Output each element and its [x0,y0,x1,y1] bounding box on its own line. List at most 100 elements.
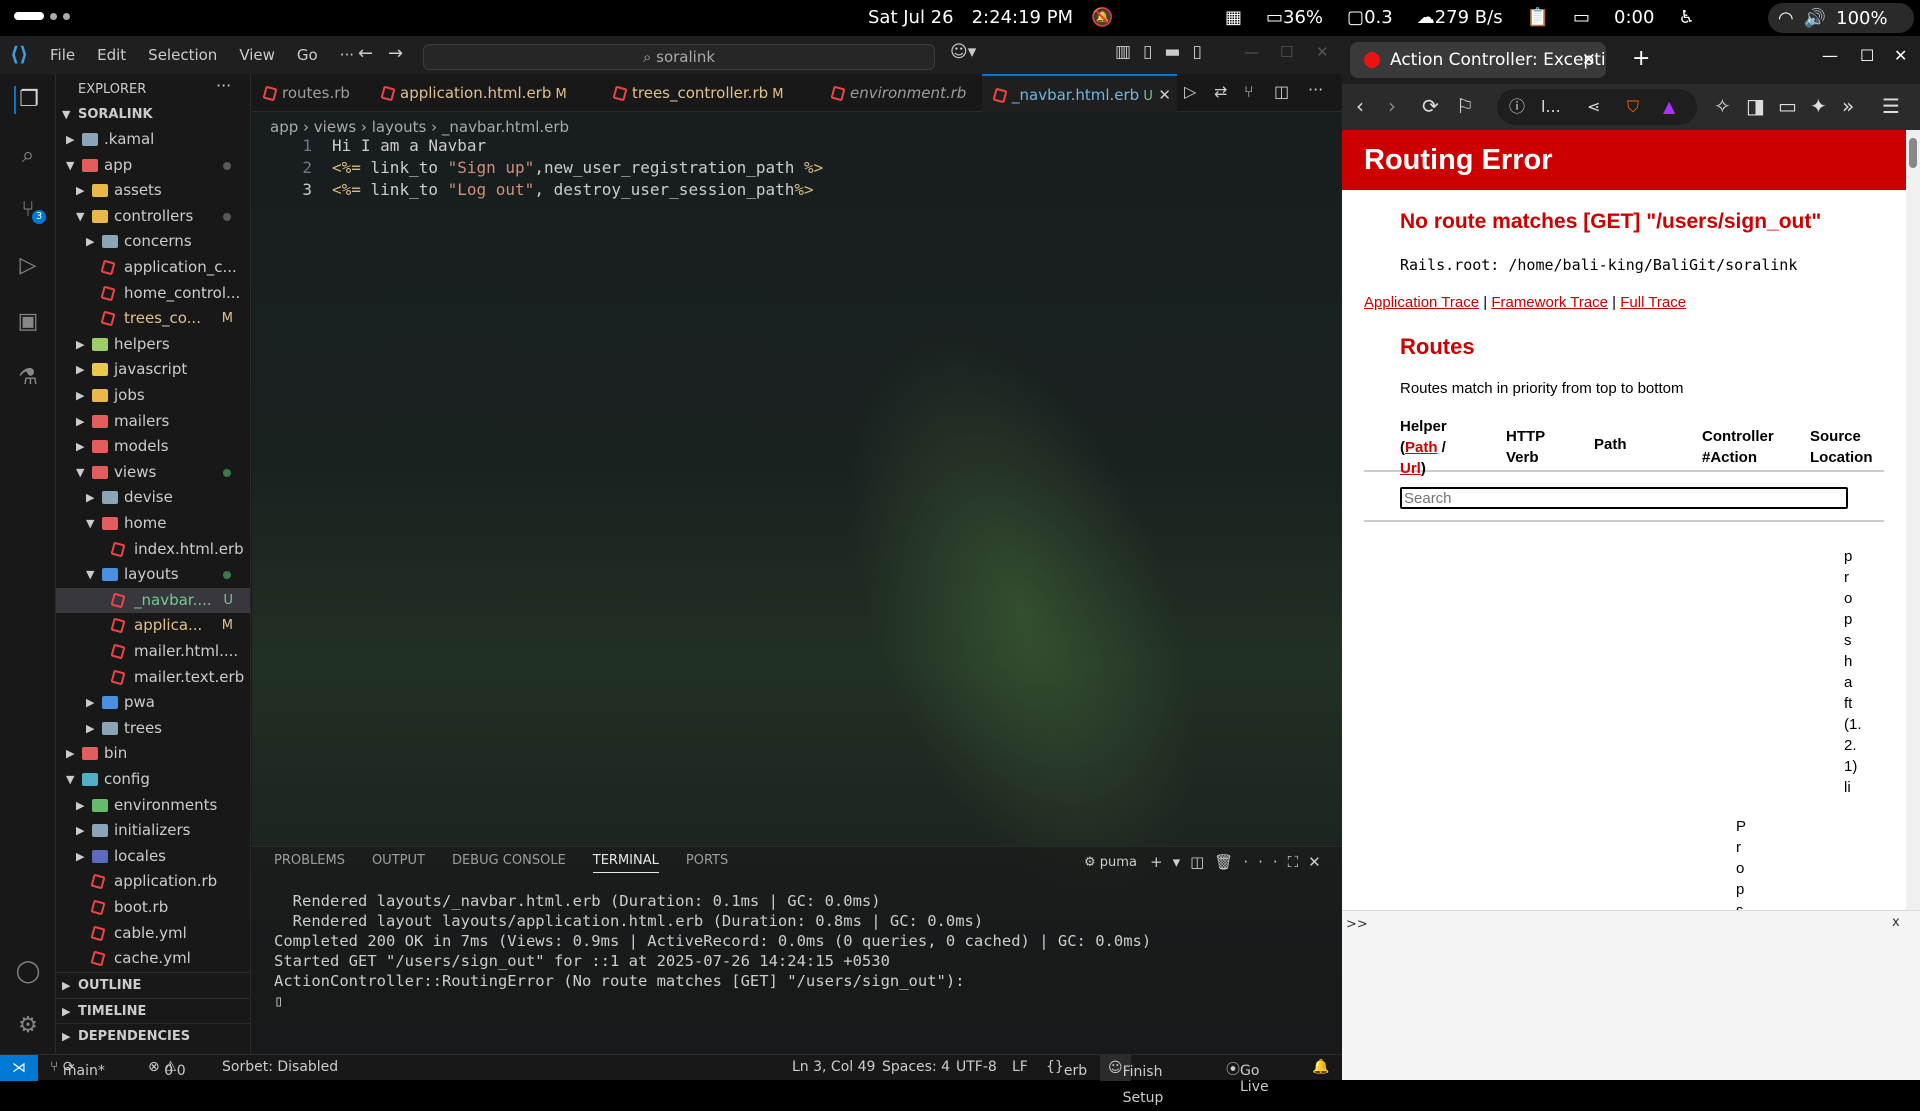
folder-item[interactable]: ▼ home [56,511,250,536]
notifications-bell-icon[interactable]: 🔔 [1312,1059,1329,1075]
folder-item[interactable]: ▶ jobs [56,383,250,408]
breadcrumb-item[interactable]: _navbar.html.erb [442,118,569,136]
folder-item[interactable]: ▼ app [56,153,250,178]
folder-item[interactable]: ▶ helpers [56,332,250,357]
folder-item[interactable]: ▼ controllers [56,204,250,229]
path-toggle-link[interactable]: Path [1405,439,1438,456]
testing-icon[interactable]: ⚗ [14,364,42,392]
minimize-button[interactable]: — [1244,43,1259,61]
share-icon[interactable]: ⋖ [1587,89,1600,125]
menu-item-1[interactable]: Edit [97,46,126,64]
menu-item-3[interactable]: View [239,46,275,64]
browser-maximize-button[interactable]: ☐ [1860,46,1874,65]
folder-item[interactable]: ▶ models [56,434,250,459]
folder-item[interactable]: ▶ javascript [56,357,250,382]
route-search-input[interactable] [1400,487,1848,509]
run-debug-icon[interactable]: ▷ [14,252,42,280]
project-root[interactable]: ▼ SORALINK [56,102,250,127]
url-toggle-link[interactable]: Url [1400,460,1421,477]
menu-item-2[interactable]: Selection [148,46,217,64]
rewards-icon[interactable]: ▲ [1663,89,1675,125]
sidebar-toggle-icon[interactable]: ◨ [1746,94,1765,118]
forward-icon[interactable]: › [1388,94,1396,118]
explorer-more-icon[interactable]: ··· [216,76,231,95]
cpu-indicator[interactable]: ▭36% [1266,7,1323,28]
file-item[interactable]: index.html.erb [56,537,250,562]
split-editor-icon[interactable]: ◫ [1274,82,1289,101]
network-speed[interactable]: ☁279 B/s [1417,7,1503,28]
go-live-button[interactable]: ⦿ Go Live [1226,1059,1269,1095]
menu-item-5[interactable]: ··· [340,46,354,64]
run-icon[interactable]: ▷ [1184,82,1196,101]
console-prompt[interactable]: >> [1346,917,1368,932]
page-scrollbar[interactable] [1906,130,1920,910]
maximize-button[interactable]: ☐ [1280,43,1293,61]
system-menu[interactable]: ◠ 🔊 100% [1768,3,1914,33]
accessibility-icon[interactable]: ♿ [1678,7,1694,28]
compare-icon[interactable]: ⇄ [1214,82,1227,101]
bookmark-icon[interactable]: ⚐ [1456,94,1474,118]
brave-shield-icon[interactable]: ⛉ [1627,89,1639,125]
cursor-position[interactable]: Ln 3, Col 49 [792,1059,875,1075]
command-center-search[interactable]: ⌕ soralink [423,44,935,70]
editor-tab-3[interactable]: environment.rb [820,74,980,112]
framework-trace-link[interactable]: Framework Trace [1491,294,1608,311]
breadcrumb-item[interactable]: views [314,118,356,136]
problems-status[interactable]: ⊗ 0 ⚠ 0 [148,1059,186,1079]
settings-gear-icon[interactable]: ⚙ [14,1012,42,1040]
more-tools-icon[interactable]: » [1842,94,1854,118]
timer-text[interactable]: 0:00 [1614,7,1654,28]
folder-item[interactable]: ▶ assets [56,178,250,203]
file-item[interactable]: boot.rb [56,895,250,920]
branch-status[interactable]: ⑂ main* ⟳ [50,1059,105,1079]
browser-tab[interactable]: Action Controller: Excepti ✕ [1350,42,1606,78]
back-icon[interactable]: ‹ [1356,94,1364,118]
editor-tab-0[interactable]: routes.rb [252,74,368,112]
panel-tab-output[interactable]: OUTPUT [372,853,425,873]
application-trace-link[interactable]: Application Trace [1364,294,1479,311]
folder-item[interactable]: ▶ concerns [56,229,250,254]
clock[interactable]: Sat Jul 26 2:24:19 PM 🔕 [868,7,1114,28]
folder-item[interactable]: ▶ .kamal [56,127,250,152]
folder-item[interactable]: ▼ layouts [56,562,250,587]
finish-setup-button[interactable]: ☺ Finish Setup [1100,1055,1163,1106]
sidebar-section-timeline[interactable]: ▶ TIMELINE [56,997,250,1023]
editor-more-icon[interactable]: ··· [1308,80,1323,99]
file-item[interactable]: trees_co... M [56,306,250,331]
folder-item[interactable]: ▶ trees [56,716,250,741]
back-arrow-icon[interactable]: ← [358,43,373,64]
new-tab-button[interactable]: + [1632,46,1650,71]
leo-ai-icon[interactable]: ✦ [1810,94,1827,118]
layout-icons[interactable]: ▥▯▬▯ [1115,42,1214,62]
file-item[interactable]: mailer.html.... [56,639,250,664]
site-info-icon[interactable]: ⓘ [1509,89,1525,125]
folder-item[interactable]: ▶ environments [56,793,250,818]
panel-tab-debug-console[interactable]: DEBUG CONSOLE [452,853,566,873]
editor-tab-2[interactable]: trees_controller.rb M [602,74,818,112]
close-window-button[interactable]: ✕ [1316,43,1329,61]
sorbet-status[interactable]: Sorbet: Disabled [222,1059,338,1075]
remote-icon[interactable]: ⋊ [0,1055,38,1081]
editor-tab-1[interactable]: application.html.erb M [370,74,600,112]
menu-item-0[interactable]: File [50,46,75,64]
git-changes-icon[interactable]: ⑂ [1244,82,1254,101]
load-indicator[interactable]: ▢0.3 [1347,7,1393,28]
account-icon[interactable]: ◯ [14,958,42,986]
breadcrumb-item[interactable]: layouts [372,118,427,136]
panel-tab-ports[interactable]: PORTS [686,853,728,873]
file-item[interactable]: application.rb [56,869,250,894]
terminal-name[interactable]: ⚙ puma [1084,855,1137,870]
workspace-indicator[interactable] [14,12,70,20]
file-item[interactable]: mailer.text.erb [56,665,250,690]
file-item[interactable]: home_control... [56,281,250,306]
close-tab-icon[interactable]: ✕ [1158,76,1171,114]
indent-status[interactable]: Spaces: 4 [882,1059,950,1075]
qr-icon[interactable]: ▦ [1225,7,1242,28]
close-tab-icon[interactable]: ✕ [1582,42,1596,78]
reload-icon[interactable]: ⟳ [1422,94,1439,118]
screen-icon[interactable]: ▭ [1573,7,1590,28]
address-bar[interactable]: ⓘ l... ⋖ ⛉ ▲ [1497,89,1697,125]
folder-item[interactable]: ▶ devise [56,485,250,510]
source-control-icon[interactable]: ⑂ 3 [14,196,46,224]
panel-actions[interactable]: +▾◫🗑···⛶✕ [1150,853,1331,871]
